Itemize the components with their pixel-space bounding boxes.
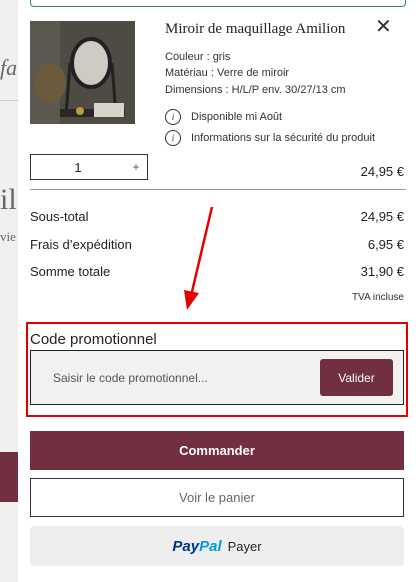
mirror-illustration — [30, 21, 135, 124]
product-title[interactable]: Miroir de maquillage Amilion — [165, 21, 345, 38]
line-price: 24,95 € — [360, 164, 404, 179]
availability-row: i Disponible mi Août — [165, 109, 282, 125]
subtotal-value: 24,95 € — [360, 209, 404, 224]
info-icon: i — [165, 109, 181, 125]
shipping-label: Frais d’expédition — [30, 237, 132, 252]
notification-strip — [30, 0, 406, 7]
paypal-payer-label: Payer — [227, 538, 262, 554]
plus-icon[interactable]: + — [125, 160, 147, 174]
order-button[interactable]: Commander — [30, 431, 404, 470]
shipping-value: 6,95 € — [367, 237, 404, 252]
promo-code-input[interactable] — [43, 358, 333, 398]
product-dimensions: Dimensions : H/L/P env. 30/27/13 cm — [165, 84, 346, 96]
subtotal-row: Sous-total 24,95 € — [30, 209, 404, 224]
summary-divider — [30, 189, 406, 190]
paypal-logo-pay: Pay — [172, 537, 200, 555]
shipping-row: Frais d’expédition 6,95 € — [30, 237, 404, 252]
paypal-logo: PayPal — [172, 538, 221, 555]
quantity-value[interactable]: 1 — [31, 160, 125, 175]
view-cart-button[interactable]: Voir le panier — [30, 478, 404, 517]
tva-note: TVA incluse — [351, 292, 404, 303]
availability-text: Disponible mi Août — [191, 111, 283, 123]
paypal-logo-pal: Pal — [199, 537, 222, 555]
background-subtitle-fragment: vie — [0, 229, 16, 244]
total-label: Somme totale — [30, 264, 111, 279]
product-image[interactable] — [30, 21, 135, 124]
quantity-stepper[interactable]: 1 + — [30, 154, 148, 180]
background-button-fragment — [0, 452, 18, 502]
cart-drawer: Miroir de maquillage Amilion ✕ Couleur :… — [18, 0, 416, 582]
product-color: Couleur : gris — [165, 51, 231, 63]
total-row: Somme totale 31,90 € — [30, 264, 404, 279]
subtotal-label: Sous-total — [30, 209, 89, 224]
info-icon: i — [165, 130, 181, 146]
background-logo-fragment: fa — [0, 55, 18, 80]
background-title-fragment: il — [0, 183, 17, 216]
validate-button[interactable]: Valider — [320, 359, 393, 396]
promo-code-label: Code promotionnel — [30, 331, 157, 348]
paypal-button[interactable]: PayPal Payer — [30, 526, 404, 566]
product-material: Matériau : Verre de miroir — [165, 67, 290, 79]
total-value: 31,90 € — [360, 264, 404, 279]
safety-info-link[interactable]: Informations sur la sécurité du produit — [191, 132, 375, 144]
promo-code-container: Valider — [30, 350, 404, 405]
close-icon[interactable]: ✕ — [375, 17, 392, 37]
safety-info-row[interactable]: i Informations sur la sécurité du produi… — [165, 130, 375, 146]
